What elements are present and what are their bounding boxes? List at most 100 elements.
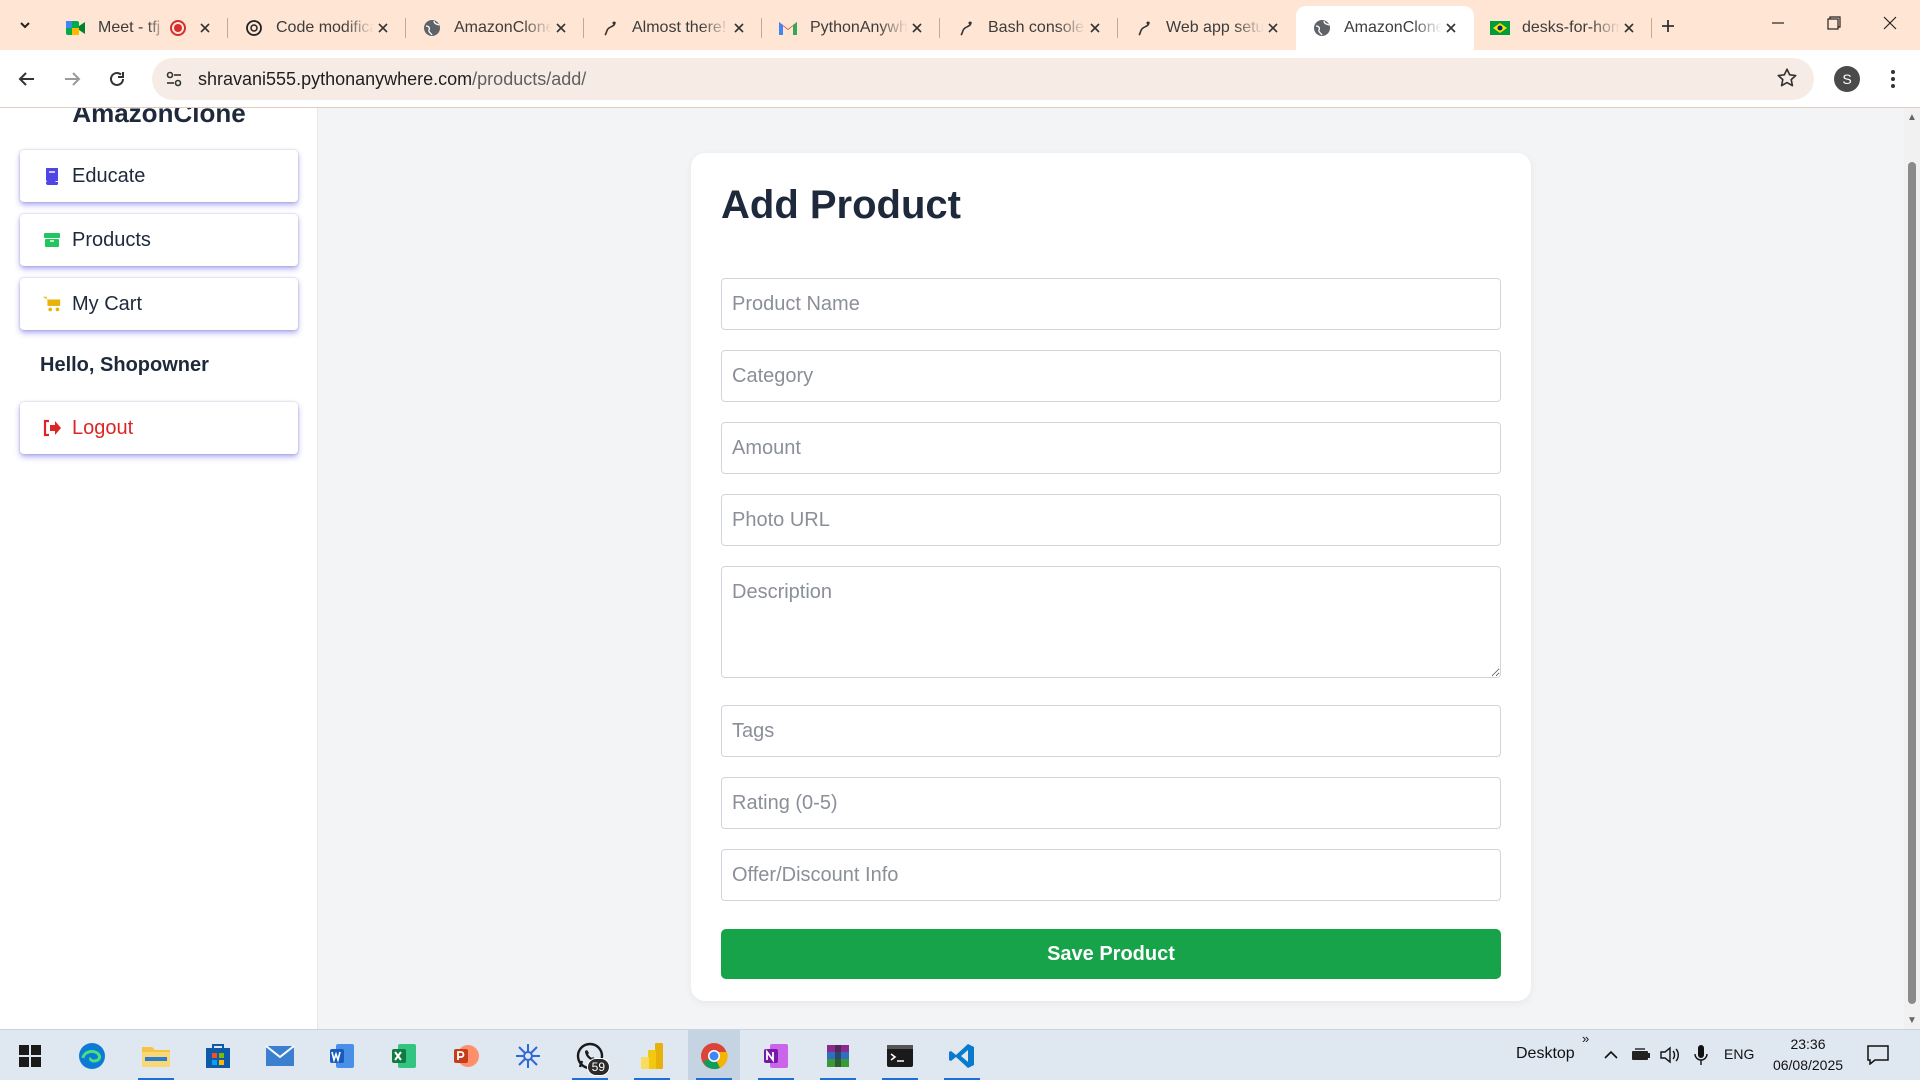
reload-button[interactable]	[100, 62, 134, 96]
back-button[interactable]	[10, 62, 44, 96]
vscode-icon	[949, 1043, 974, 1068]
taskbar-whatsapp[interactable]: 59	[564, 1030, 616, 1080]
minimize-button[interactable]	[1750, 0, 1806, 46]
browser-tab[interactable]: Almost there!	[584, 6, 762, 50]
category-input[interactable]	[721, 350, 1501, 402]
close-icon[interactable]	[1264, 19, 1282, 37]
photo-url-input[interactable]	[721, 494, 1501, 546]
close-icon[interactable]	[1442, 19, 1460, 37]
close-icon[interactable]	[196, 19, 214, 37]
speaker-icon	[1660, 1046, 1679, 1064]
brand-title: AmazonClone	[72, 108, 246, 128]
toolbar-expand-icon[interactable]: »	[1582, 1031, 1589, 1046]
clock-date: 06/08/2025	[1772, 1057, 1844, 1073]
minimize-icon	[1772, 22, 1784, 24]
windows-logo-icon	[19, 1044, 41, 1067]
taskbar-power-bi[interactable]	[626, 1030, 678, 1080]
cart-icon	[42, 294, 62, 314]
address-bar[interactable]: shravani555.pythonanywhere.com/products/…	[152, 58, 1814, 100]
windows-taskbar: 59 Desktop » ENG 23:36 06/08/2025	[0, 1029, 1920, 1080]
battery-status[interactable]	[1630, 1044, 1652, 1066]
tags-input[interactable]	[721, 705, 1501, 757]
browser-tab[interactable]: PythonAnywhere	[762, 6, 940, 50]
book-icon	[42, 166, 62, 186]
close-icon[interactable]	[1086, 19, 1104, 37]
taskbar-vscode[interactable]	[936, 1030, 988, 1080]
power-bi-icon	[641, 1042, 663, 1069]
sidebar-item-products[interactable]: Products	[20, 214, 298, 266]
browser-tab[interactable]: desks-for-home	[1474, 6, 1652, 50]
save-product-button[interactable]: Save Product	[721, 929, 1501, 979]
desktop-toolbar-label[interactable]: Desktop	[1516, 1045, 1575, 1063]
description-textarea[interactable]	[721, 566, 1501, 678]
window-close-button[interactable]	[1862, 0, 1918, 46]
chatgpt-icon	[244, 18, 264, 38]
close-icon[interactable]	[552, 19, 570, 37]
browser-menu-button[interactable]	[1880, 66, 1906, 92]
folder-icon	[142, 1046, 170, 1067]
pythonanywhere-icon	[956, 18, 976, 38]
sidebar-item-educate[interactable]: Educate	[20, 150, 298, 202]
microphone-status[interactable]	[1690, 1044, 1712, 1066]
taskbar-store[interactable]	[192, 1030, 244, 1080]
amount-input[interactable]	[721, 422, 1501, 474]
tab-title: AmazonClone	[454, 19, 552, 36]
page-scrollbar[interactable]: ▲ ▼	[1904, 108, 1920, 1029]
snipping-tool-icon	[516, 1043, 540, 1068]
scroll-up-icon[interactable]: ▲	[1907, 112, 1917, 123]
taskbar-powerpoint[interactable]	[440, 1030, 492, 1080]
browser-tab-strip: Meet - tfj Code modification AmazonClone	[0, 0, 1920, 50]
browser-tab[interactable]: AmazonClone	[406, 6, 584, 50]
sidebar: AmazonClone Educate Products My Cart Hel…	[0, 108, 318, 1029]
notification-icon	[1867, 1045, 1889, 1065]
taskbar-file-explorer[interactable]	[130, 1030, 182, 1080]
taskbar-chrome[interactable]	[688, 1030, 740, 1080]
chevron-down-icon	[20, 22, 30, 29]
taskbar-word[interactable]	[316, 1030, 368, 1080]
taskbar-onenote[interactable]	[750, 1030, 802, 1080]
browser-tab-active[interactable]: AmazonClone	[1296, 6, 1474, 50]
profile-avatar[interactable]: S	[1834, 66, 1860, 92]
logout-button[interactable]: Logout	[20, 402, 298, 454]
tray-overflow-button[interactable]	[1600, 1044, 1622, 1066]
offer-discount-input[interactable]	[721, 849, 1501, 901]
flag-icon	[1490, 18, 1510, 38]
taskbar-edge[interactable]	[66, 1030, 118, 1080]
browser-tab[interactable]: Meet - tfj	[50, 6, 228, 50]
rating-input[interactable]	[721, 777, 1501, 829]
browser-tab[interactable]: Web app setup	[1118, 6, 1296, 50]
notification-center-button[interactable]	[1867, 1044, 1889, 1066]
taskbar-terminal[interactable]	[874, 1030, 926, 1080]
taskbar-clock[interactable]: 23:36 06/08/2025	[1770, 1034, 1846, 1076]
new-tab-button[interactable]	[1652, 10, 1684, 42]
close-icon[interactable]	[908, 19, 926, 37]
browser-tab[interactable]: Code modification	[228, 6, 406, 50]
sidebar-item-my-cart[interactable]: My Cart	[20, 278, 298, 330]
chevron-up-icon	[1604, 1050, 1618, 1059]
close-icon	[1883, 16, 1897, 30]
taskbar-winrar[interactable]	[812, 1030, 864, 1080]
sidebar-item-label: Educate	[72, 164, 146, 187]
taskbar-mail[interactable]	[254, 1030, 306, 1080]
tab-title: Code modification	[276, 19, 374, 36]
close-icon[interactable]	[1620, 19, 1638, 37]
forward-button[interactable]	[55, 62, 89, 96]
taskbar-snipping-tool[interactable]	[502, 1030, 554, 1080]
scrollbar-thumb[interactable]	[1908, 162, 1916, 1004]
store-icon	[206, 1043, 230, 1068]
tab-search-button[interactable]	[8, 9, 42, 41]
taskbar-excel[interactable]	[378, 1030, 430, 1080]
product-name-input[interactable]	[721, 278, 1501, 330]
scroll-down-icon[interactable]: ▼	[1907, 1015, 1917, 1026]
site-info-button[interactable]	[156, 61, 192, 97]
close-icon[interactable]	[730, 19, 748, 37]
restore-button[interactable]	[1806, 0, 1862, 46]
start-button[interactable]	[4, 1030, 56, 1080]
volume-control[interactable]	[1659, 1044, 1681, 1066]
browser-tab[interactable]: Bash console	[940, 6, 1118, 50]
input-language[interactable]: ENG	[1724, 1046, 1754, 1062]
user-greeting: Hello, Shopowner	[40, 354, 209, 376]
page-title: Add Product	[721, 183, 961, 227]
close-icon[interactable]	[374, 19, 392, 37]
bookmark-star-button[interactable]	[1776, 67, 1800, 91]
